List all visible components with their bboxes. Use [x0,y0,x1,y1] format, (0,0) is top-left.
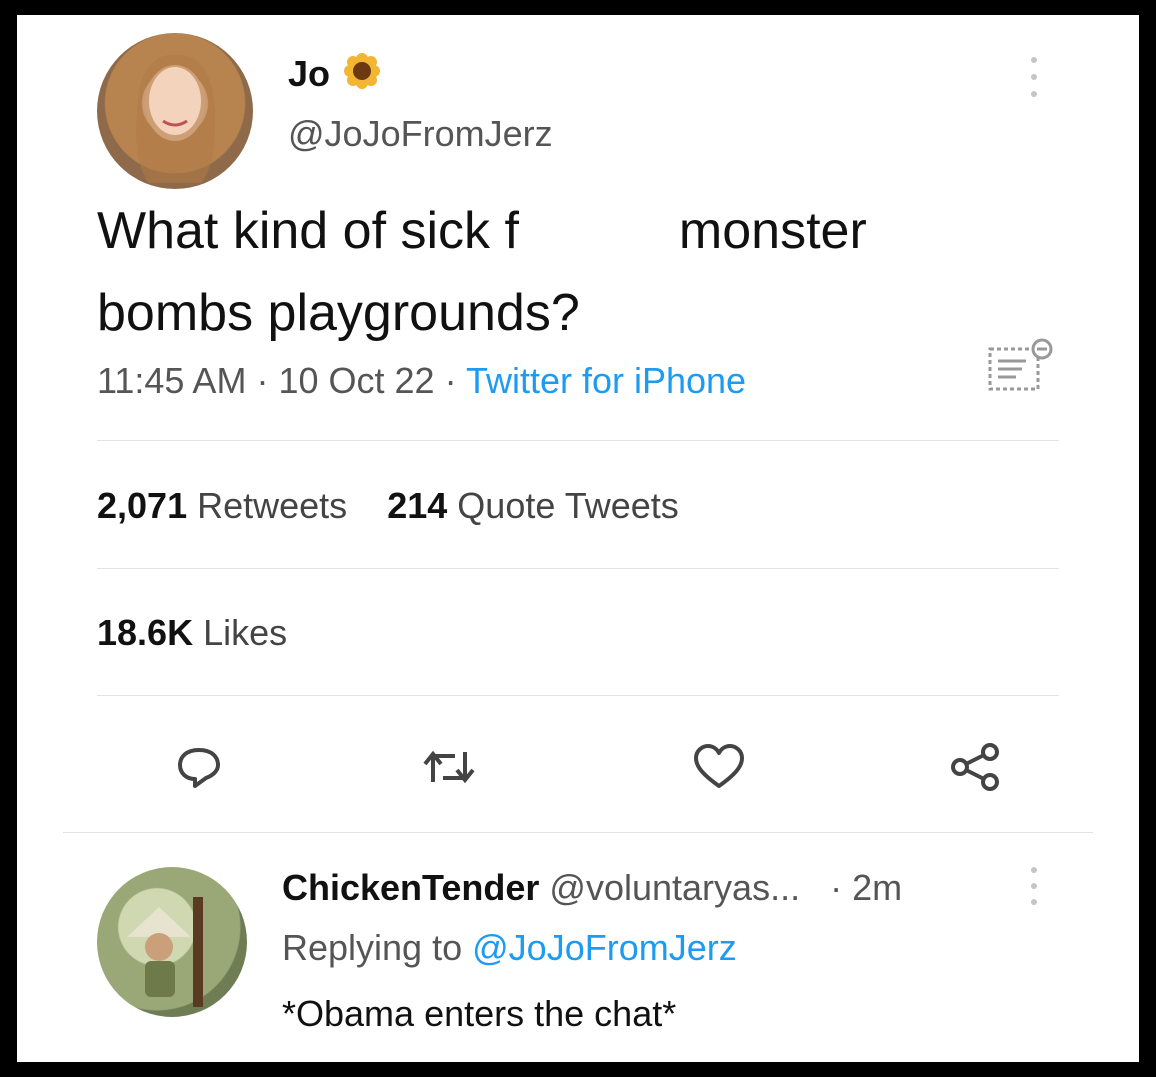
tweet-text-line2: bombs playgrounds? [97,284,580,342]
meta-separator: · [444,360,457,401]
divider [63,832,1093,833]
tweet-source[interactable]: Twitter for iPhone [466,360,746,401]
author-avatar[interactable] [97,33,253,189]
tweet-text: What kind of sick f monster bombs playgro… [97,190,1077,354]
likes-count: 18.6K [97,612,194,653]
reply-icon[interactable] [167,735,231,799]
more-icon[interactable] [1022,51,1046,103]
retweets-count: 2,071 [97,485,188,526]
tweet-text-part1: What kind of sick f [97,202,519,260]
author-name[interactable]: Jo [288,53,330,95]
tweet-date[interactable]: 10 Oct 22 [278,360,434,401]
author-handle[interactable]: @JoJoFromJerz [288,113,553,155]
quotes-count: 214 [387,485,448,526]
divider [97,568,1059,569]
reply-time[interactable]: · 2m [830,867,902,908]
reply-header: ChickenTender @voluntaryas... · 2m [282,867,902,909]
analytics-icon[interactable] [982,335,1062,400]
divider [97,695,1059,696]
replying-mention[interactable]: @JoJoFromJerz [472,927,737,968]
tweet-meta: 11:45 AM · 10 Oct 22 · Twitter for iPhon… [97,360,746,402]
replying-label: Replying to [282,927,463,968]
reply-text: *Obama enters the chat* [282,993,677,1034]
engagement-stats: 2,071 Retweets 214 Quote Tweets [97,485,679,527]
divider [97,440,1059,441]
likes-stat[interactable]: 18.6K Likes [97,612,287,654]
reply-author-handle[interactable]: @voluntaryas... [549,867,800,908]
likes-label: Likes [203,612,288,653]
share-icon[interactable] [943,735,1007,799]
like-icon[interactable] [687,735,751,799]
more-icon[interactable] [1022,867,1046,905]
quotes-stat[interactable]: 214 Quote Tweets [387,485,679,526]
retweets-stat[interactable]: 2,071 Retweets [97,485,347,526]
reply-author-name[interactable]: ChickenTender [282,867,539,908]
tweet-screenshot: Jo @JoJoFromJerz What kind of sick f mons… [17,15,1139,1062]
action-bar [167,735,1007,799]
reply-avatar[interactable] [97,867,247,1017]
tweet-time[interactable]: 11:45 AM [97,360,246,401]
quotes-label: Quote Tweets [457,485,679,526]
retweets-label: Retweets [197,485,348,526]
meta-separator: · [256,360,269,401]
author-name-row: Jo [288,51,382,96]
replying-to: Replying to @JoJoFromJerz [282,927,737,969]
retweet-icon[interactable] [417,735,481,799]
tweet-text-part2: monster [678,202,867,260]
sunflower-icon [342,51,382,96]
